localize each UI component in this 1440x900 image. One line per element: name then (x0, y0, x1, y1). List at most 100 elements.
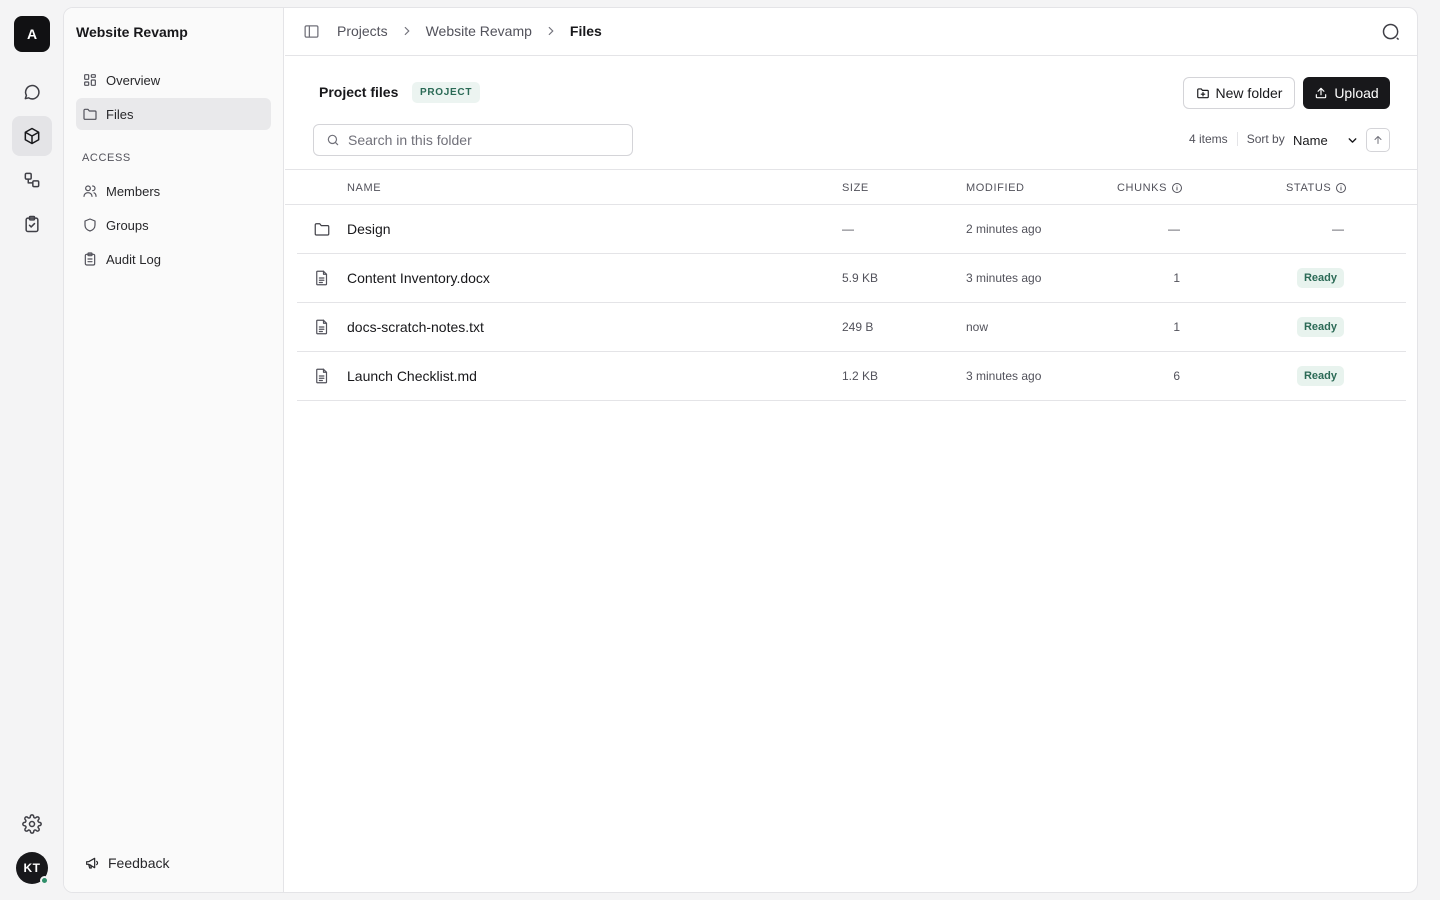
project-badge: PROJECT (412, 82, 481, 103)
table-header: NAME SIZE MODIFIED CHUNKS STATUS (285, 169, 1417, 205)
sidebar-item-overview[interactable]: Overview (76, 64, 271, 96)
new-folder-button[interactable]: New folder (1183, 77, 1295, 109)
clipboard-check-icon (25, 215, 39, 233)
chat-icon (24, 84, 40, 100)
breadcrumb-website-revamp[interactable]: Website Revamp (426, 23, 532, 39)
file-status: Ready (1287, 303, 1344, 351)
item-count: 4 items (1189, 132, 1228, 146)
column-size[interactable]: SIZE (842, 182, 869, 194)
chevron-down-icon (1348, 137, 1357, 143)
sidebar-item-label: Overview (106, 72, 161, 88)
folder-search-input[interactable] (348, 132, 618, 148)
feedback-label: Feedback (108, 855, 170, 871)
sort-value: Name (1293, 132, 1328, 148)
file-name[interactable]: Content Inventory.docx (347, 254, 490, 302)
file-chunks: — (1168, 222, 1180, 236)
folder-plus-icon (1196, 88, 1209, 99)
file-modified: 3 minutes ago (966, 271, 1042, 285)
info-icon[interactable] (1171, 182, 1183, 194)
column-status-label: STATUS (1286, 182, 1332, 194)
file-size: 5.9 KB (842, 271, 879, 285)
status-badge: Ready (1296, 366, 1344, 386)
feedback-button[interactable]: Feedback (80, 848, 173, 878)
workspace-logo[interactable]: A (14, 16, 50, 52)
file-icon (313, 254, 331, 302)
file-icon (313, 352, 331, 400)
column-name[interactable]: NAME (347, 182, 381, 194)
info-icon[interactable] (1335, 182, 1347, 194)
status-badge: Ready (1296, 317, 1344, 337)
folder-search[interactable] (313, 124, 633, 156)
upload-button[interactable]: Upload (1303, 77, 1390, 109)
sidebar-item-label: Files (106, 106, 134, 122)
file-status: Ready (1287, 352, 1344, 400)
file-name[interactable]: Design (347, 205, 391, 253)
file-status: — (1332, 222, 1344, 236)
sort-direction-button[interactable] (1366, 128, 1390, 152)
table-row[interactable]: Design — 2 minutes ago — — (297, 205, 1406, 254)
upload-label: Upload (1334, 85, 1379, 101)
toggle-sidebar-button[interactable] (303, 23, 320, 40)
status-badge: Ready (1296, 268, 1344, 288)
gear-icon (22, 814, 42, 834)
workflow-icon (24, 172, 40, 188)
file-size: — (842, 222, 854, 236)
table-row[interactable]: Content Inventory.docx 5.9 KB 3 minutes … (297, 254, 1406, 303)
chevron-right-icon (400, 24, 414, 38)
arrow-up-icon (1374, 136, 1382, 144)
file-status: Ready (1287, 254, 1344, 302)
sidebar-item-audit-log[interactable]: Audit Log (76, 243, 271, 275)
breadcrumb: Projects Website Revamp Files (337, 23, 602, 39)
workflows-rail-button[interactable] (12, 160, 52, 200)
file-name[interactable]: docs-scratch-notes.txt (347, 303, 484, 351)
grid-icon (84, 74, 96, 86)
tasks-rail-button[interactable] (12, 204, 52, 244)
sidebar-item-files[interactable]: Files (76, 98, 271, 130)
divider (1236, 132, 1238, 146)
breadcrumb-current: Files (569, 23, 602, 39)
page-title: Project files (319, 84, 399, 100)
megaphone-icon (86, 857, 99, 869)
main-window: Website Revamp Overview Files ACCESS Mem… (63, 7, 1418, 893)
online-status-dot (40, 876, 49, 885)
breadcrumb-projects[interactable]: Projects (337, 23, 388, 39)
sidebar-item-members[interactable]: Members (76, 175, 271, 207)
projects-rail-button[interactable] (12, 116, 52, 156)
file-modified: 2 minutes ago (966, 222, 1042, 236)
settings-rail-button[interactable] (12, 804, 52, 844)
project-title: Website Revamp (76, 24, 188, 40)
upload-icon (1316, 87, 1327, 99)
sidebar-item-label: Members (106, 183, 161, 199)
project-sidebar: Website Revamp Overview Files ACCESS Mem… (64, 8, 284, 892)
sidebar-item-label: Audit Log (106, 251, 161, 267)
top-bar: Projects Website Revamp Files (285, 8, 1417, 56)
file-chunks: 1 (1173, 320, 1180, 334)
file-icon (313, 303, 331, 351)
column-chunks-label: CHUNKS (1117, 182, 1168, 194)
new-folder-label: New folder (1215, 85, 1283, 101)
cube-icon (24, 127, 40, 145)
search-icon (1382, 23, 1399, 40)
clipboard-icon (84, 252, 96, 266)
sidebar-item-groups[interactable]: Groups (76, 209, 271, 241)
file-name[interactable]: Launch Checklist.md (347, 352, 477, 400)
sidebar-toggle-icon (304, 25, 319, 38)
list-meta: 4 items Sort by (1189, 132, 1285, 146)
column-status[interactable]: STATUS (1286, 182, 1347, 194)
chat-rail-button[interactable] (12, 72, 52, 112)
file-chunks: 6 (1173, 369, 1180, 383)
sort-select[interactable]: Name (1293, 130, 1359, 150)
column-modified[interactable]: MODIFIED (966, 182, 1025, 194)
app-rail: A KT (0, 0, 64, 900)
users-icon (83, 185, 97, 197)
content-area: Projects Website Revamp Files Project fi… (285, 8, 1417, 892)
sidebar-item-label: Groups (106, 217, 149, 233)
table-row[interactable]: docs-scratch-notes.txt 249 B now 1 Ready (297, 303, 1406, 352)
table-row[interactable]: Launch Checklist.md 1.2 KB 3 minutes ago… (297, 352, 1406, 401)
folder-icon (313, 205, 331, 253)
file-modified: now (966, 320, 989, 334)
global-search-button[interactable] (1381, 22, 1401, 42)
access-section-heading: ACCESS (82, 152, 131, 164)
column-chunks[interactable]: CHUNKS (1117, 182, 1183, 194)
file-chunks: 1 (1173, 271, 1180, 285)
